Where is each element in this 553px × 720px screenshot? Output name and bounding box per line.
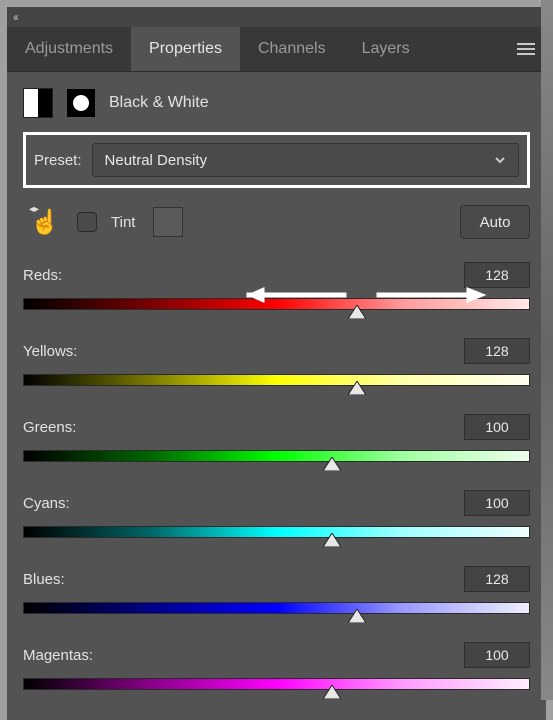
slider-magentas: Magentas: 100: [23, 642, 530, 690]
adjustment-header: Black & White: [23, 72, 530, 132]
auto-label: Auto: [480, 214, 511, 231]
tab-bar: Adjustments Properties Channels Layers: [7, 27, 546, 72]
preset-value: Neutral Density: [105, 152, 208, 169]
slider-value-input[interactable]: 100: [464, 490, 530, 516]
slider-cyans: Cyans: 100: [23, 490, 530, 538]
slider-reds: Reds: 128: [23, 262, 530, 310]
slider-track[interactable]: [23, 298, 530, 310]
tint-row: ◂▸ ☝ Tint Auto: [23, 204, 530, 240]
tab-label: Channels: [258, 40, 326, 58]
slider-label: Blues:: [23, 571, 65, 588]
slider-track[interactable]: [23, 374, 530, 386]
slider-thumb[interactable]: [323, 685, 341, 699]
slider-value-input[interactable]: 100: [464, 642, 530, 668]
slider-label: Reds:: [23, 267, 62, 284]
black-white-icon: [23, 88, 53, 118]
preset-dropdown[interactable]: Neutral Density: [92, 143, 519, 177]
slider-label: Yellows:: [23, 343, 77, 360]
chevron-left-icon: ‹‹: [13, 10, 17, 24]
tab-channels[interactable]: Channels: [240, 27, 344, 71]
slider-value-input[interactable]: 128: [464, 262, 530, 288]
right-edge: [541, 0, 553, 700]
preset-highlight: Preset: Neutral Density: [23, 132, 530, 188]
slider-value-input[interactable]: 128: [464, 566, 530, 592]
slider-greens: Greens: 100: [23, 414, 530, 462]
preset-label: Preset:: [34, 152, 82, 169]
adjustment-title: Black & White: [109, 94, 209, 112]
tab-layers[interactable]: Layers: [344, 27, 428, 71]
slider-track[interactable]: [23, 602, 530, 614]
tab-label: Layers: [362, 40, 410, 58]
tab-properties[interactable]: Properties: [131, 27, 240, 71]
tint-label: Tint: [111, 214, 135, 231]
collapse-bar[interactable]: ‹‹: [7, 7, 546, 27]
slider-value-input[interactable]: 128: [464, 338, 530, 364]
slider-label: Magentas:: [23, 647, 93, 664]
tint-swatch[interactable]: [153, 207, 183, 237]
tab-label: Adjustments: [25, 40, 113, 58]
slider-thumb[interactable]: [323, 457, 341, 471]
tab-label: Properties: [149, 40, 222, 58]
slider-track[interactable]: [23, 450, 530, 462]
tab-adjustments[interactable]: Adjustments: [7, 27, 131, 71]
tint-checkbox[interactable]: [77, 212, 97, 232]
slider-blues: Blues: 128: [23, 566, 530, 614]
layer-mask-icon[interactable]: [67, 89, 95, 117]
auto-button[interactable]: Auto: [460, 205, 530, 239]
slider-yellows: Yellows: 128: [23, 338, 530, 386]
slider-track[interactable]: [23, 526, 530, 538]
slider-thumb[interactable]: [348, 381, 366, 395]
slider-thumb[interactable]: [323, 533, 341, 547]
slider-value-input[interactable]: 100: [464, 414, 530, 440]
slider-thumb[interactable]: [348, 609, 366, 623]
slider-label: Cyans:: [23, 495, 70, 512]
slider-label: Greens:: [23, 419, 76, 436]
panel-menu-icon[interactable]: [506, 27, 546, 71]
targeted-adjustment-icon[interactable]: ◂▸ ☝: [27, 204, 63, 240]
slider-track[interactable]: [23, 678, 530, 690]
slider-thumb[interactable]: [348, 305, 366, 319]
